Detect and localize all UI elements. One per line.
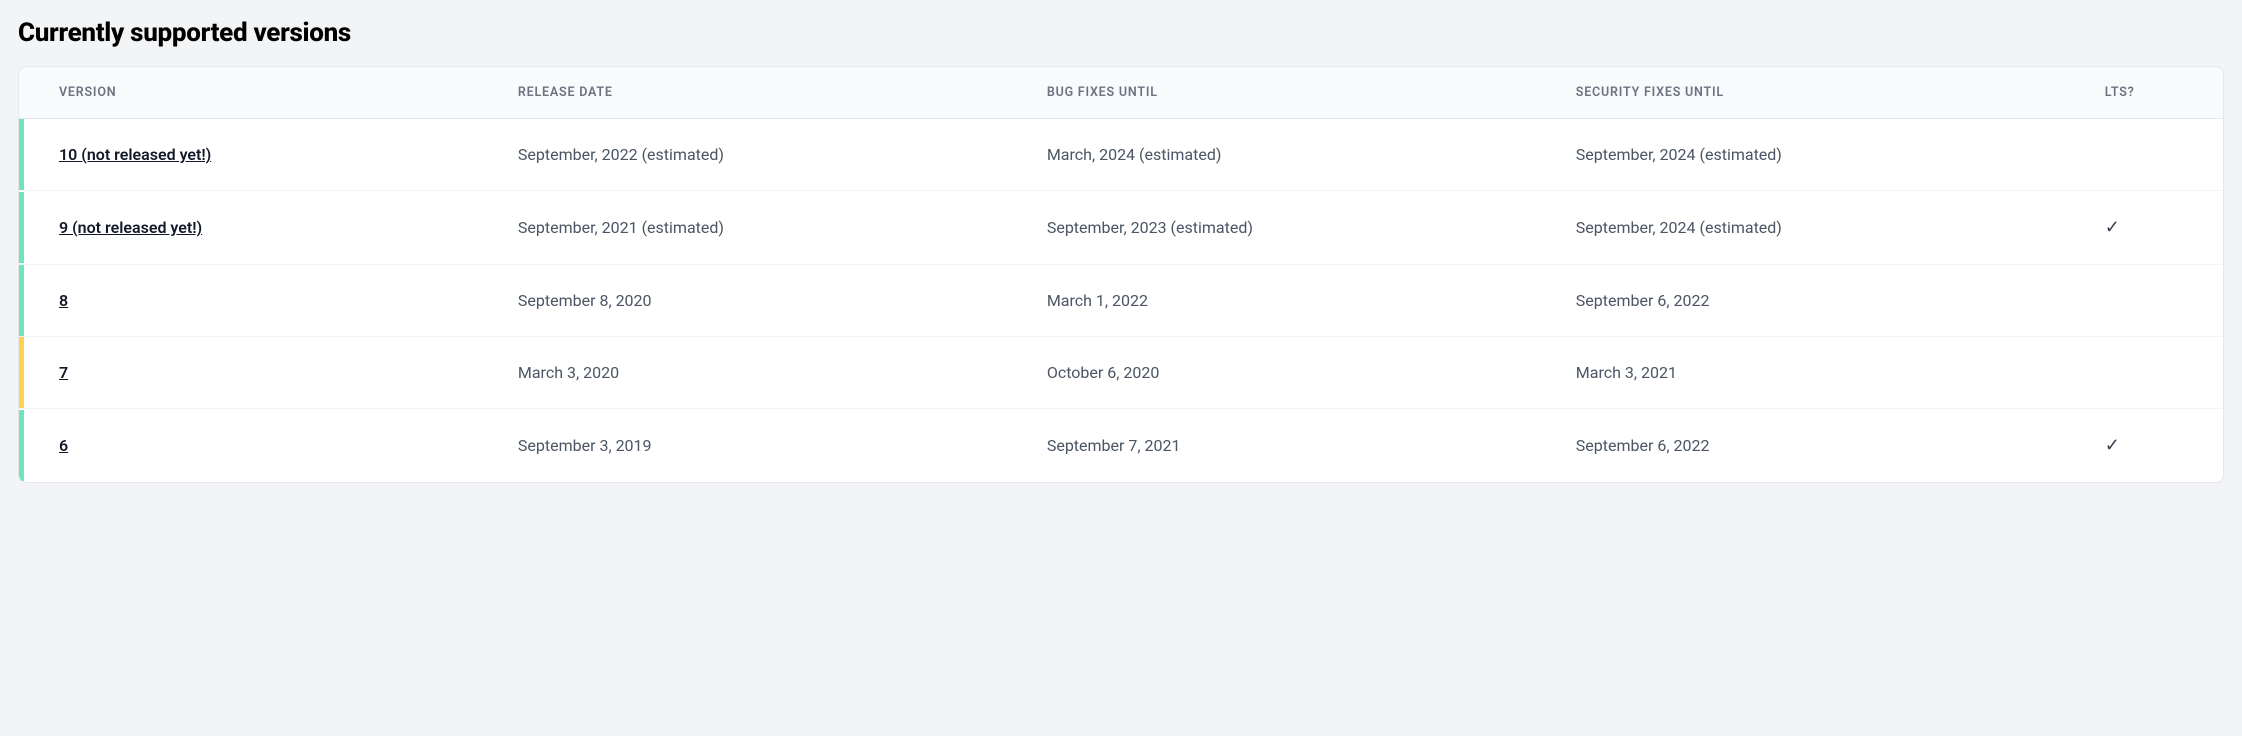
- bug-cell: March, 2024 (estimated): [1033, 119, 1562, 191]
- version-link[interactable]: 7: [59, 363, 68, 382]
- lts-cell: ✓: [2091, 191, 2223, 265]
- status-stripe: [19, 192, 24, 263]
- version-link[interactable]: 9 (not released yet!): [59, 218, 202, 237]
- col-header-bug: BUG FIXES UNTIL: [1033, 67, 1562, 119]
- security-cell: September 6, 2022: [1562, 265, 2091, 337]
- check-icon: ✓: [2105, 217, 2120, 238]
- versions-table: VERSION RELEASE DATE BUG FIXES UNTIL SEC…: [18, 66, 2224, 483]
- table-header-row: VERSION RELEASE DATE BUG FIXES UNTIL SEC…: [19, 67, 2223, 119]
- version-link[interactable]: 8: [59, 291, 68, 310]
- release-cell: September, 2022 (estimated): [504, 119, 1033, 191]
- version-cell: 8: [19, 265, 504, 337]
- check-icon: ✓: [2105, 435, 2120, 456]
- release-cell: March 3, 2020: [504, 337, 1033, 409]
- col-header-release: RELEASE DATE: [504, 67, 1033, 119]
- bug-cell: September, 2023 (estimated): [1033, 191, 1562, 265]
- col-header-security: SECURITY FIXES UNTIL: [1562, 67, 2091, 119]
- col-header-version: VERSION: [19, 67, 504, 119]
- release-cell: September 3, 2019: [504, 409, 1033, 483]
- version-cell: 9 (not released yet!): [19, 191, 504, 265]
- bug-cell: March 1, 2022: [1033, 265, 1562, 337]
- status-stripe: [19, 119, 24, 190]
- security-cell: September, 2024 (estimated): [1562, 191, 2091, 265]
- version-link[interactable]: 6: [59, 436, 68, 455]
- status-stripe: [19, 265, 24, 336]
- version-link[interactable]: 10 (not released yet!): [59, 145, 211, 164]
- table-row: 8 September 8, 2020March 1, 2022September…: [19, 265, 2223, 337]
- table-row: 9 (not released yet!) September, 2021 (es…: [19, 191, 2223, 265]
- status-stripe: [19, 337, 24, 408]
- release-cell: September, 2021 (estimated): [504, 191, 1033, 265]
- page-title: Currently supported versions: [18, 18, 2224, 48]
- col-header-lts: LTS?: [2091, 67, 2223, 119]
- security-cell: September 6, 2022: [1562, 409, 2091, 483]
- release-cell: September 8, 2020: [504, 265, 1033, 337]
- lts-cell: ✓: [2091, 409, 2223, 483]
- bug-cell: September 7, 2021: [1033, 409, 1562, 483]
- table-row: 6 September 3, 2019September 7, 2021Septe…: [19, 409, 2223, 483]
- security-cell: March 3, 2021: [1562, 337, 2091, 409]
- lts-cell: [2091, 265, 2223, 337]
- version-cell: 7: [19, 337, 504, 409]
- version-cell: 6: [19, 409, 504, 483]
- lts-cell: [2091, 119, 2223, 191]
- table-row: 7 March 3, 2020October 6, 2020March 3, 20…: [19, 337, 2223, 409]
- version-cell: 10 (not released yet!): [19, 119, 504, 191]
- lts-cell: [2091, 337, 2223, 409]
- table-row: 10 (not released yet!) September, 2022 (e…: [19, 119, 2223, 191]
- status-stripe: [19, 410, 24, 481]
- bug-cell: October 6, 2020: [1033, 337, 1562, 409]
- security-cell: September, 2024 (estimated): [1562, 119, 2091, 191]
